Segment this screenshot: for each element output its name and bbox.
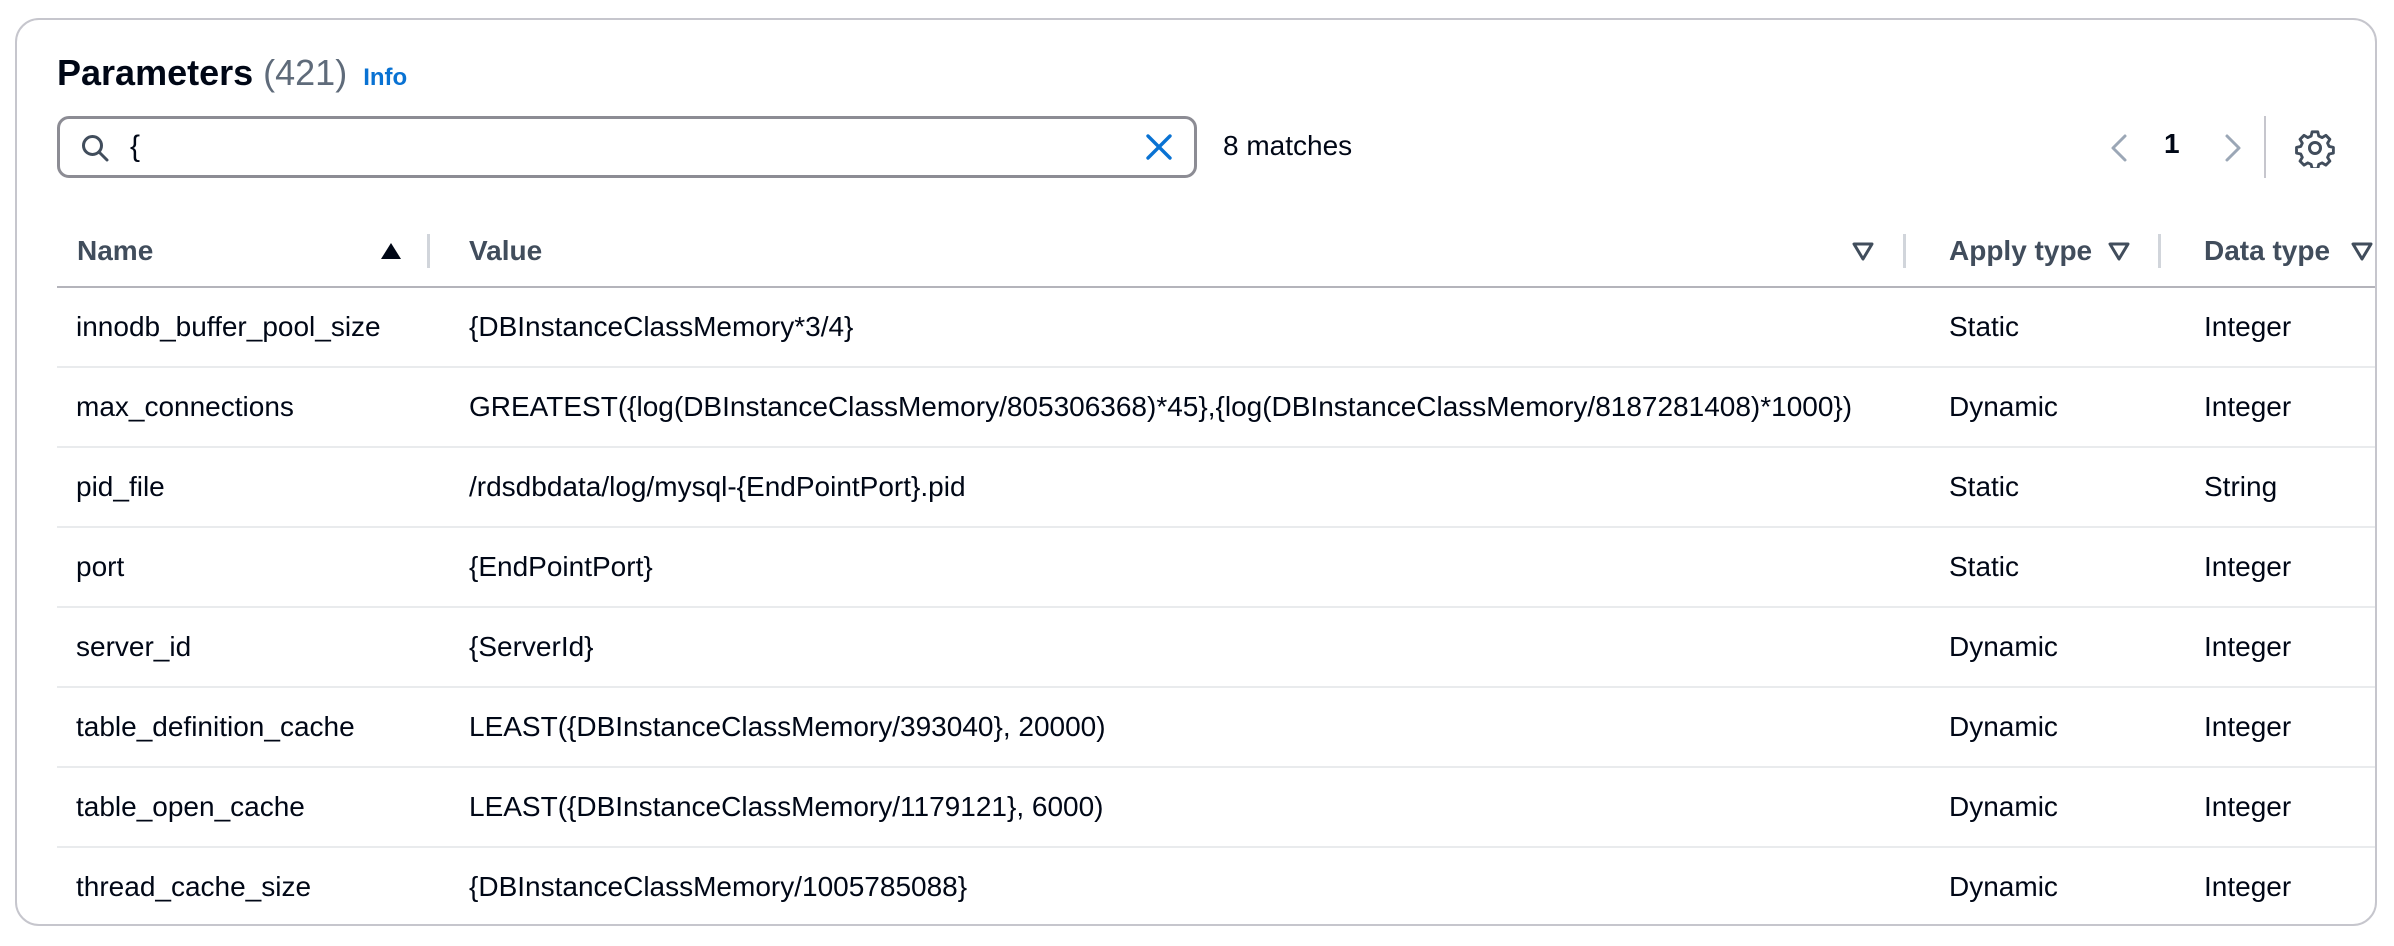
search-icon bbox=[82, 135, 109, 162]
cell-data-type: Integer bbox=[2204, 391, 2292, 422]
cell-apply-type: Dynamic bbox=[1949, 391, 2058, 422]
pagination: 1 bbox=[2102, 126, 2252, 170]
column-resizer[interactable] bbox=[2158, 234, 2161, 268]
column-header-data-type[interactable]: Data type bbox=[2204, 216, 2330, 286]
table-header: Name Value Apply type Data type bbox=[57, 216, 2375, 288]
column-header-label: Value bbox=[469, 235, 543, 266]
parameter-count: (421) bbox=[263, 52, 348, 93]
cell-data-type: Integer bbox=[2204, 551, 2292, 582]
page-number-button[interactable]: 1 bbox=[2164, 128, 2180, 160]
cell-value: LEAST({DBInstanceClassMemory/393040}, 20… bbox=[469, 711, 1106, 742]
cell-name: table_open_cache bbox=[76, 791, 305, 822]
table-row[interactable]: pid_file /rdsdbdata/log/mysql-{EndPointP… bbox=[57, 448, 2375, 528]
sort-ascending-icon[interactable] bbox=[379, 240, 403, 262]
close-icon[interactable] bbox=[1144, 132, 1174, 162]
column-header-value[interactable]: Value bbox=[469, 216, 542, 286]
cell-value: GREATEST({log(DBInstanceClassMemory/8053… bbox=[469, 391, 1853, 422]
table-row[interactable]: innodb_buffer_pool_size {DBInstanceClass… bbox=[57, 288, 2375, 368]
search-field[interactable] bbox=[57, 116, 1197, 178]
column-header-label: Name bbox=[77, 235, 154, 266]
cell-data-type: Integer bbox=[2204, 311, 2292, 342]
table-row[interactable]: thread_cache_size {DBInstanceClassMemory… bbox=[57, 848, 2375, 924]
cell-name: port bbox=[76, 551, 125, 582]
table-row[interactable]: server_id {ServerId} Dynamic Integer bbox=[57, 608, 2375, 688]
table-row[interactable]: port {EndPointPort} Static Integer bbox=[57, 528, 2375, 608]
sort-descending-icon[interactable] bbox=[1851, 240, 1875, 262]
cell-name: thread_cache_size bbox=[76, 871, 312, 902]
cell-apply-type: Dynamic bbox=[1949, 711, 2058, 742]
table-row[interactable]: max_connections GREATEST({log(DBInstance… bbox=[57, 368, 2375, 448]
toolbar-divider bbox=[2264, 116, 2266, 178]
cell-apply-type: Dynamic bbox=[1949, 631, 2058, 662]
cell-apply-type: Static bbox=[1949, 471, 2020, 502]
cell-apply-type: Static bbox=[1949, 551, 2020, 582]
cell-name: table_definition_cache bbox=[76, 711, 355, 742]
cell-name: innodb_buffer_pool_size bbox=[76, 311, 381, 342]
chevron-right-icon[interactable] bbox=[2214, 130, 2250, 166]
match-count: 8 matches bbox=[1223, 130, 1353, 161]
cell-data-type: Integer bbox=[2204, 871, 2292, 902]
info-link[interactable]: Info bbox=[363, 64, 407, 92]
cell-name: pid_file bbox=[76, 471, 165, 502]
search-input[interactable] bbox=[130, 127, 1080, 167]
cell-value: /rdsdbdata/log/mysql-{EndPointPort}.pid bbox=[469, 471, 966, 502]
cell-name: max_connections bbox=[76, 391, 294, 422]
column-resizer[interactable] bbox=[427, 234, 430, 268]
gear-icon[interactable] bbox=[2295, 128, 2335, 168]
cell-name: server_id bbox=[76, 631, 192, 662]
cell-value: {DBInstanceClassMemory/1005785088} bbox=[469, 871, 968, 902]
column-header-label: Data type bbox=[2204, 235, 2331, 266]
column-header-apply-type[interactable]: Apply type bbox=[1949, 216, 2092, 286]
column-header-name[interactable]: Name bbox=[77, 216, 153, 286]
cell-value: {EndPointPort} bbox=[469, 551, 653, 582]
chevron-left-icon[interactable] bbox=[2102, 130, 2138, 166]
parameters-panel: Parameters (421) Info 8 matches 1 bbox=[15, 18, 2377, 926]
column-header-label: Apply type bbox=[1949, 235, 2093, 266]
cell-value: {DBInstanceClassMemory*3/4} bbox=[469, 311, 854, 342]
page-title: Parameters bbox=[57, 52, 254, 93]
cell-apply-type: Dynamic bbox=[1949, 791, 2058, 822]
sort-descending-icon[interactable] bbox=[2107, 240, 2131, 262]
table-row[interactable]: table_open_cache LEAST({DBInstanceClassM… bbox=[57, 768, 2375, 848]
cell-apply-type: Static bbox=[1949, 311, 2020, 342]
cell-data-type: Integer bbox=[2204, 631, 2292, 662]
cell-data-type: Integer bbox=[2204, 791, 2292, 822]
panel-header: Parameters (421) Info bbox=[57, 52, 407, 98]
parameters-table: Name Value Apply type Data type innodb_b… bbox=[57, 216, 2375, 924]
sort-descending-icon[interactable] bbox=[2350, 240, 2374, 262]
cell-data-type: Integer bbox=[2204, 711, 2292, 742]
cell-value: LEAST({DBInstanceClassMemory/1179121}, 6… bbox=[469, 791, 1104, 822]
table-row[interactable]: table_definition_cache LEAST({DBInstance… bbox=[57, 688, 2375, 768]
column-resizer[interactable] bbox=[1903, 234, 1906, 268]
cell-value: {ServerId} bbox=[469, 631, 594, 662]
cell-data-type: String bbox=[2204, 471, 2278, 502]
cell-apply-type: Dynamic bbox=[1949, 871, 2058, 902]
table-body: innodb_buffer_pool_size {DBInstanceClass… bbox=[57, 288, 2375, 924]
